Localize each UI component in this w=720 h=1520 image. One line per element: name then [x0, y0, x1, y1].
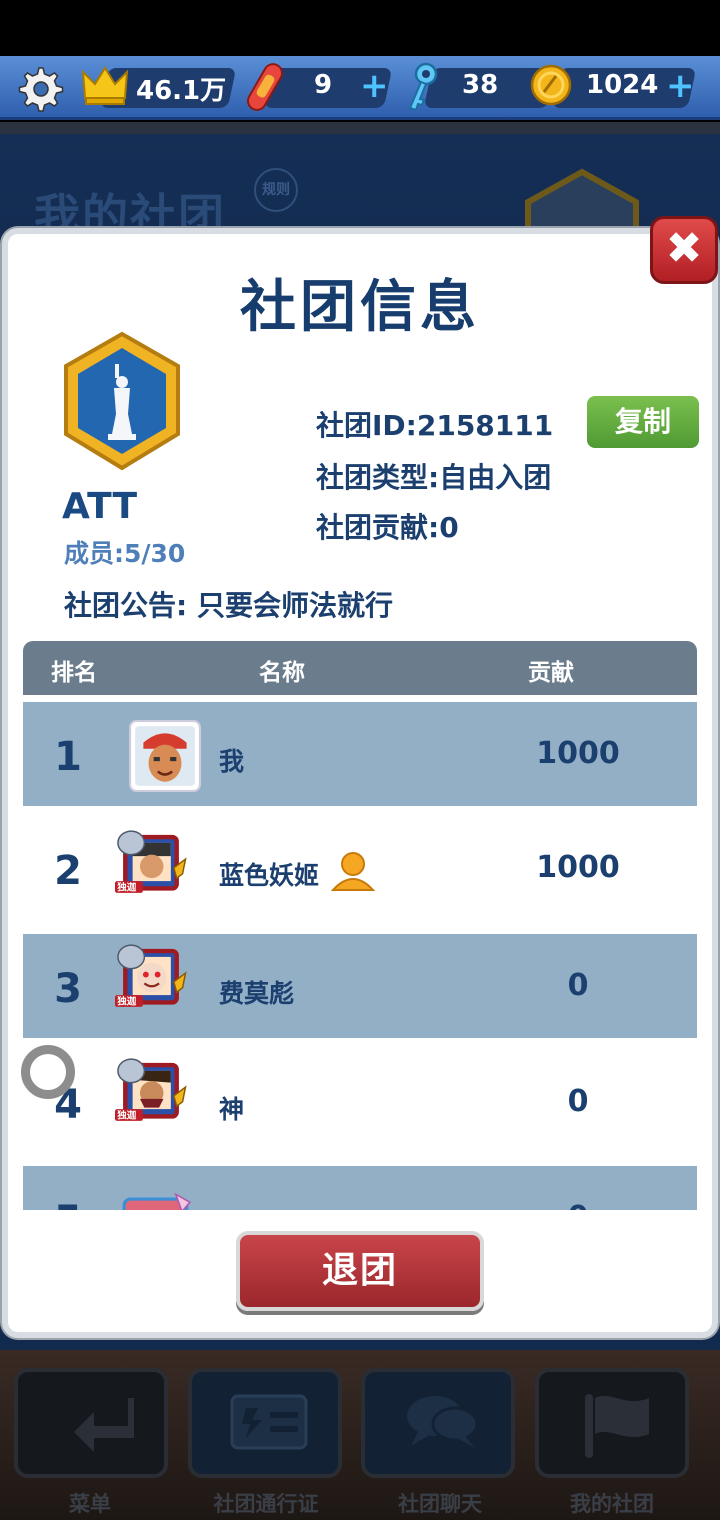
club-notice: 社团公告: 只要会师法就行 — [64, 589, 393, 622]
leader-icon — [330, 852, 376, 891]
row-name: 我 — [219, 747, 245, 776]
currency-bar: 46.1万 9 + 38 1024 + — [0, 56, 720, 120]
bottom-nav: 菜单 社团通行证 社团聊天 我的社团 — [0, 1350, 720, 1520]
row-name: 神 — [219, 1095, 245, 1124]
member-count: 成员:5/30 — [64, 539, 186, 568]
row-contribution: 0 — [567, 1084, 589, 1119]
table-row[interactable]: 3 独迦 费莫彪 0 — [23, 934, 697, 1038]
table-header: 排名 名称 贡献 — [23, 641, 697, 695]
chat-icon — [407, 1396, 479, 1448]
my-club-button[interactable] — [535, 1368, 689, 1478]
back-arrow-icon — [74, 1398, 134, 1452]
key-icon — [408, 62, 438, 112]
add-boards-button[interactable]: + — [360, 66, 389, 106]
player-avatar-icon[interactable] — [121, 1174, 193, 1210]
header-name: 名称 — [259, 660, 305, 686]
menu-label: 菜单 — [69, 1492, 111, 1516]
club-type: 社团类型:自由入团 — [316, 461, 552, 494]
row-contribution: 0 — [567, 968, 589, 1003]
row-contribution: 1000 — [536, 850, 620, 885]
club-chat-button[interactable] — [361, 1368, 515, 1478]
score-value: 46.1万 — [136, 76, 227, 106]
menu-button[interactable] — [14, 1368, 168, 1478]
keys-value: 38 — [462, 70, 499, 100]
background-badge-icon — [525, 168, 639, 232]
row-rank: 3 — [54, 966, 82, 1012]
my-club-label: 我的社团 — [570, 1492, 654, 1516]
row-rank: 1 — [54, 734, 82, 780]
copy-id-button[interactable]: 复制 — [587, 396, 699, 448]
hoverboard-icon — [247, 63, 283, 111]
row-name: 费莫彪 — [219, 979, 295, 1008]
player-avatar-icon[interactable]: 独迦 — [115, 826, 187, 898]
header-contribution: 贡献 — [528, 660, 574, 686]
table-row[interactable]: 4 独迦 神 0 — [23, 1050, 697, 1154]
assistive-touch-button[interactable] — [21, 1045, 75, 1099]
player-avatar-icon[interactable]: 独迦 — [115, 940, 187, 1012]
row-rank: 2 — [54, 848, 82, 894]
add-coins-button[interactable]: + — [666, 66, 695, 106]
quit-club-button[interactable]: 退团 — [236, 1231, 484, 1311]
row-contribution: 0 — [503, 1200, 653, 1210]
background-divider — [0, 122, 720, 134]
svg-text:独迦: 独迦 — [116, 882, 137, 894]
pass-icon — [230, 1394, 308, 1450]
table-row[interactable]: 1 我 1000 — [23, 702, 697, 806]
row-contribution: 1000 — [536, 736, 620, 771]
club-name: ATT — [62, 486, 138, 527]
boards-value: 9 — [314, 70, 333, 100]
club-pass-button[interactable] — [188, 1368, 342, 1478]
player-avatar-icon[interactable]: 独迦 — [115, 1054, 187, 1126]
rules-button: 规则 — [254, 168, 298, 212]
member-list[interactable]: 1 我 1000 2 独迦 蓝色妖姬 1000 3 独迦 费莫彪 0 4 独迦 … — [23, 702, 697, 1210]
crown-icon — [81, 66, 129, 105]
club-id: 社团ID:2158111 — [316, 409, 554, 442]
settings-gear-icon[interactable] — [14, 64, 64, 114]
header-rank: 排名 — [51, 660, 97, 686]
club-chat-label: 社团聊天 — [398, 1492, 482, 1516]
club-contribution: 社团贡献:0 — [316, 511, 459, 544]
coin-icon — [530, 64, 572, 106]
table-row[interactable]: 5 0 — [23, 1166, 697, 1210]
row-rank: 5 — [53, 1198, 83, 1210]
svg-text:独迦: 独迦 — [116, 996, 137, 1008]
club-pass-label: 社团通行证 — [213, 1492, 319, 1516]
table-row[interactable]: 2 独迦 蓝色妖姬 1000 — [23, 816, 697, 920]
flag-icon — [585, 1394, 649, 1458]
coins-value: 1024 — [586, 70, 659, 100]
svg-text:独迦: 独迦 — [116, 1110, 137, 1122]
row-name: 蓝色妖姬 — [219, 861, 320, 890]
player-avatar-icon[interactable] — [129, 720, 201, 792]
club-badge-icon — [64, 331, 180, 471]
